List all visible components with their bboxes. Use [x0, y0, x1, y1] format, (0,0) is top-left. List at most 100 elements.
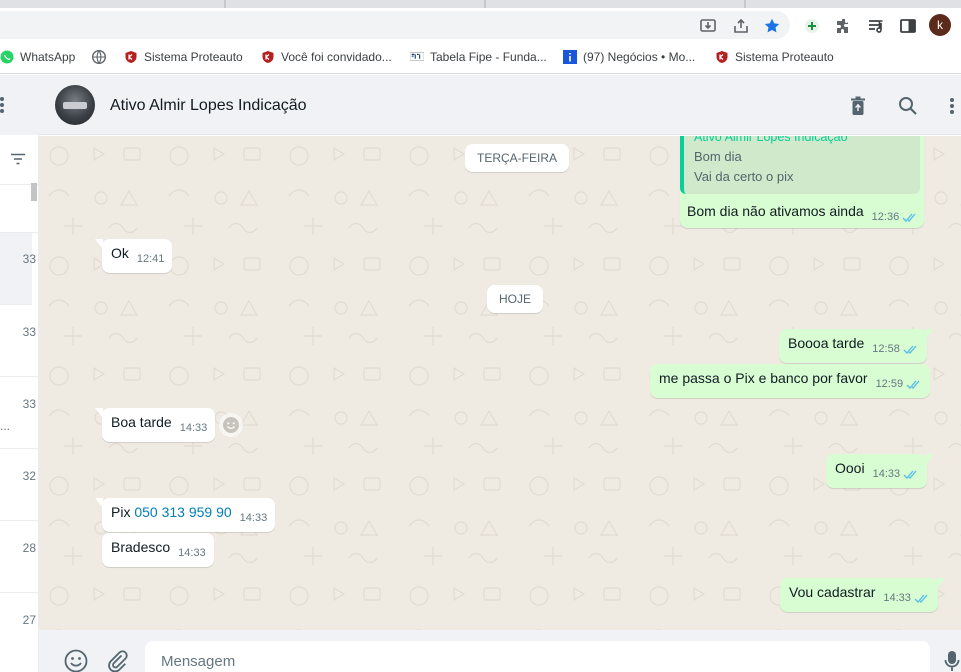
message-time: 12:36: [871, 211, 900, 223]
tab-divider: [744, 0, 746, 8]
date-divider: TERÇA-FEIRA: [465, 144, 570, 172]
tab-divider: [484, 0, 486, 8]
bookmark-label: Sistema Proteauto: [144, 50, 243, 64]
extensions-puzzle-icon[interactable]: [834, 16, 854, 36]
media-queue-icon[interactable]: [866, 16, 886, 36]
message-text: Boa tarde: [111, 414, 172, 430]
message-meta: 12:58: [872, 343, 919, 355]
bookmark-sistema-proteauto[interactable]: Sistema Proteauto: [124, 48, 243, 66]
filter-icon[interactable]: [10, 153, 26, 168]
message-bubble-in[interactable]: Bradesco 14:33: [102, 533, 214, 567]
delete-icon[interactable]: [847, 95, 869, 117]
bookmark-label: Tabela Fipe - Funda...: [430, 50, 547, 64]
phone-number-link[interactable]: 050 313 959 90: [134, 504, 231, 520]
bookmark-label: Você foi convidado...: [281, 50, 392, 64]
message-bubble-out-quoted[interactable]: Ativo Almir Lopes Indicação Bom dia Vai …: [680, 136, 924, 228]
globe-icon: [92, 50, 106, 64]
message-text: Pix: [111, 504, 135, 520]
message-meta: 14:33: [883, 592, 930, 604]
chat-time: 33: [22, 325, 36, 339]
bookmark-star-icon[interactable]: [762, 16, 782, 36]
message-bubble-out[interactable]: me passa o Pix e banco por favor 12:59: [650, 364, 931, 398]
whatsapp-icon: [0, 50, 14, 64]
message-time: 12:59: [875, 378, 904, 390]
quoted-text-line: Vai da certo o pix: [694, 169, 794, 184]
browser-tab-strip: [0, 0, 961, 8]
message-text: Bradesco: [111, 539, 171, 555]
list-item[interactable]: 27: [0, 593, 38, 665]
chat-list-sidebar: 33 33 33 ... 32 28 27: [0, 75, 39, 672]
bookmark-label: WhatsApp: [20, 50, 76, 64]
search-icon[interactable]: [897, 95, 919, 117]
list-item[interactable]: 33 ...: [0, 377, 38, 449]
message-text: Vou cadastrar: [789, 584, 876, 600]
chat-conversation[interactable]: Ativo Almir Lopes Indicação Bom dia Vai …: [39, 136, 961, 630]
profile-avatar[interactable]: k: [929, 14, 951, 36]
message-input[interactable]: [145, 641, 930, 672]
reaction-emoji-icon[interactable]: [219, 413, 243, 437]
bookmark-label: (97) Negócios • Mo...: [583, 50, 696, 64]
message-text: Bom dia não ativamos ainda: [687, 203, 864, 219]
bookmarks-bar: WhatsApp Sistema Proteauto Você foi conv…: [0, 40, 961, 74]
bookmark-sistema-proteauto-2[interactable]: Sistema Proteauto: [715, 48, 834, 66]
install-app-icon[interactable]: [698, 16, 718, 36]
message-bubble-out[interactable]: Vou cadastrar 14:33: [780, 578, 945, 612]
menu-dots-icon[interactable]: [947, 95, 957, 117]
message-bubble-in[interactable]: Pix 050 313 959 90 14:33: [94, 498, 276, 532]
menu-dots-icon[interactable]: [0, 96, 6, 117]
list-item[interactable]: 28: [0, 521, 38, 593]
message-bubble-out[interactable]: Oooi 14:33: [826, 454, 935, 488]
list-item[interactable]: 33: [0, 305, 38, 377]
read-double-check-icon: [903, 344, 919, 355]
read-double-check-icon: [906, 379, 922, 390]
address-bar[interactable]: [0, 11, 790, 39]
list-item[interactable]: 32: [0, 449, 38, 521]
message-text: Ok: [111, 245, 129, 261]
extension-plus-icon[interactable]: [802, 16, 822, 36]
attach-paperclip-icon[interactable]: [104, 648, 130, 672]
tab-divider: [224, 0, 226, 8]
message-meta: 14:33: [180, 422, 208, 434]
bookmark-negocios[interactable]: (97) Negócios • Mo...: [563, 48, 695, 66]
blue-i-icon: [563, 50, 577, 64]
list-item[interactable]: 33: [0, 233, 36, 305]
message-meta: 14:33: [873, 468, 920, 480]
message-text: Oooi: [835, 460, 865, 476]
message-meta: 14:33: [240, 512, 268, 524]
contact-avatar[interactable]: [55, 85, 95, 125]
message-bubble-in[interactable]: Ok 12:41: [94, 239, 173, 273]
side-panel-icon[interactable]: [898, 16, 918, 36]
chat-title[interactable]: Ativo Almir Lopes Indicação: [110, 97, 307, 115]
message-time: 14:33: [179, 422, 208, 434]
shield-logo-icon: [261, 50, 275, 64]
chat-time: 33: [22, 397, 36, 411]
message-bubble-out[interactable]: Boooa tarde 12:58: [779, 329, 934, 363]
microphone-icon[interactable]: [943, 648, 961, 672]
quoted-message[interactable]: Ativo Almir Lopes Indicação Bom dia Vai …: [680, 136, 920, 194]
message-meta: 14:33: [178, 547, 206, 559]
chat-time: 33: [22, 252, 36, 266]
bookmark-label: Sistema Proteauto: [735, 50, 834, 64]
bookmark-convite[interactable]: Você foi convidado...: [261, 48, 392, 66]
bookmark-whatsapp[interactable]: WhatsApp: [0, 48, 75, 66]
message-meta: 12:41: [137, 253, 165, 265]
bookmark-tabela-fipe[interactable]: Tabela Fipe - Funda...: [410, 48, 547, 66]
date-divider: HOJE: [487, 285, 544, 313]
message-composer: [39, 630, 961, 672]
list-item[interactable]: [0, 185, 38, 233]
message-meta: 12:36: [872, 211, 919, 223]
share-icon[interactable]: [731, 16, 751, 36]
bookmark-globe[interactable]: [92, 48, 106, 66]
message-time: 14:33: [239, 512, 268, 524]
read-double-check-icon: [903, 469, 919, 480]
sidebar-header: [0, 75, 39, 135]
read-double-check-icon: [902, 212, 918, 223]
chat-header: Ativo Almir Lopes Indicação: [39, 75, 961, 135]
message-bubble-in[interactable]: Boa tarde 14:33: [94, 408, 216, 442]
shield-logo-icon: [124, 50, 138, 64]
chat-time: 32: [22, 469, 36, 483]
message-time: 12:58: [872, 343, 900, 355]
message-text: me passa o Pix e banco por favor: [659, 370, 868, 386]
emoji-icon[interactable]: [63, 648, 89, 672]
sidebar-filter-row: [0, 135, 38, 185]
